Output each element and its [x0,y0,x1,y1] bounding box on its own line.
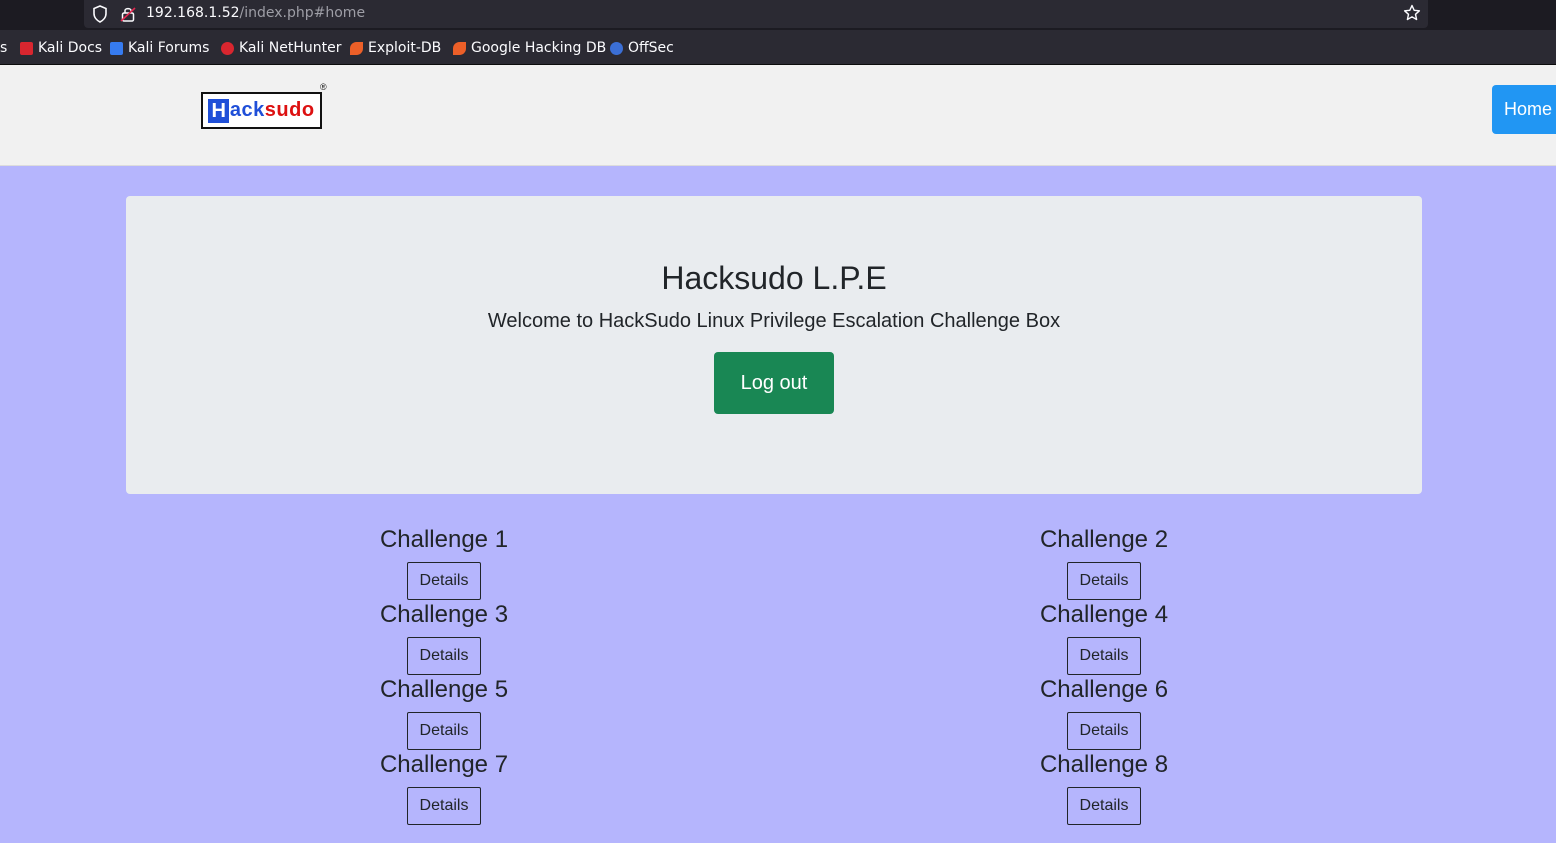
ghdb-icon [453,41,466,55]
url-host: 192.168.1.52 [146,5,240,21]
challenge-card-7: Challenge 7 Details [344,750,544,825]
challenge-title: Challenge 5 [379,676,509,703]
challenge-card-3: Challenge 3 Details [344,600,544,675]
bookmark-google-hacking-db[interactable]: Google Hacking DB [453,40,606,56]
url-text[interactable]: 192.168.1.52/index.php#home [146,5,365,21]
challenge-card-1: Challenge 1 Details [344,525,544,600]
bookmark-label: OffSec [628,40,674,56]
page-title: Hacksudo L.P.E [661,260,887,296]
challenge-title: Challenge 2 [1039,526,1169,553]
challenge-card-5: Challenge 5 Details [344,675,544,750]
challenge-card-4: Challenge 4 Details [1004,600,1204,675]
challenge-title: Challenge 8 [1039,751,1169,778]
logo-wordmark: acksudo [230,99,315,122]
bookmark-label: s [0,40,8,56]
insecure-lock-icon[interactable] [120,5,136,23]
logo-ack: ack [229,99,265,121]
bookmark-exploit-db[interactable]: Exploit-DB [350,40,441,56]
bookmark-label: Kali Docs [38,40,103,56]
bookmark-truncated[interactable]: s [0,40,7,56]
kali-docs-icon [20,41,33,55]
challenge-card-6: Challenge 6 Details [1004,675,1204,750]
hacksudo-logo[interactable]: Hacksudo [201,92,322,129]
challenge-card-8: Challenge 8 Details [1004,750,1204,825]
bookmark-offsec[interactable]: OffSec [610,40,674,56]
kali-forums-icon [110,41,123,55]
bookmarks-toolbar: s Kali Docs Kali Forums Kali NetHunter E… [0,30,1556,65]
site-header: Hacksudo ® Home [0,65,1556,166]
offsec-icon [610,41,623,55]
bookmark-kali-docs[interactable]: Kali Docs [20,40,102,56]
url-path: /index.php#home [239,5,366,21]
challenge-title: Challenge 7 [379,751,509,778]
challenge-3-details-button[interactable]: Details [407,637,481,675]
challenge-7-details-button[interactable]: Details [407,787,481,825]
challenge-6-details-button[interactable]: Details [1067,712,1141,750]
challenge-title: Challenge 6 [1039,676,1169,703]
challenge-2-details-button[interactable]: Details [1067,562,1141,600]
challenge-title: Challenge 3 [379,601,509,628]
bookmark-kali-nethunter[interactable]: Kali NetHunter [221,40,341,56]
bookmark-label: Exploit-DB [368,40,442,56]
registered-mark: ® [320,82,327,92]
bookmark-label: Google Hacking DB [471,40,607,56]
challenge-4-details-button[interactable]: Details [1067,637,1141,675]
home-nav-button[interactable]: Home [1492,85,1556,134]
challenge-card-2: Challenge 2 Details [1004,525,1204,600]
bookmark-label: Kali Forums [128,40,210,56]
challenge-1-details-button[interactable]: Details [407,562,481,600]
bookmark-label: Kali NetHunter [239,40,342,56]
logout-button[interactable]: Log out [714,352,834,414]
logo-letter-h: H [208,98,229,123]
challenge-title: Challenge 1 [379,526,509,553]
bookmark-kali-forums[interactable]: Kali Forums [110,40,209,56]
challenge-5-details-button[interactable]: Details [407,712,481,750]
welcome-jumbotron: Hacksudo L.P.E Welcome to HackSudo Linux… [126,196,1422,494]
shield-icon[interactable] [92,5,108,23]
logo-sudo: sudo [264,99,315,121]
bookmark-star-icon[interactable] [1403,4,1421,22]
challenge-title: Challenge 4 [1039,601,1169,628]
exploit-db-icon [350,41,363,55]
challenge-8-details-button[interactable]: Details [1067,787,1141,825]
welcome-text: Welcome to HackSudo Linux Privilege Esca… [487,310,1061,332]
browser-toolbar: 192.168.1.52/index.php#home [0,0,1556,30]
kali-nethunter-icon [221,41,234,55]
